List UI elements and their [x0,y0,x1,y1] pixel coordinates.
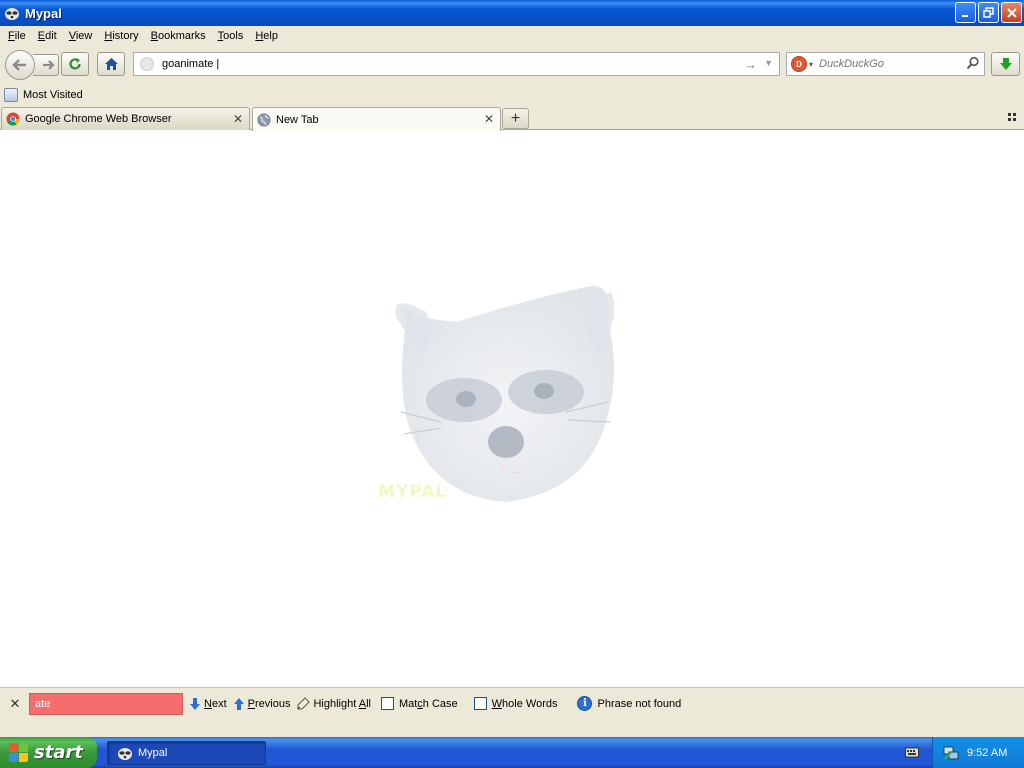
match-case-checkbox[interactable]: Match Case [380,697,458,710]
menu-file[interactable]: File [2,30,32,42]
find-next-label: Next [204,697,227,710]
download-arrow-icon [999,58,1012,70]
tab-google-chrome[interactable]: Google Chrome Web Browser ✕ [1,107,250,130]
clock[interactable]: 9:52 AM [967,747,1007,759]
start-label: start [34,742,83,763]
menu-bookmarks[interactable]: Bookmarks [145,30,212,42]
back-button[interactable] [5,50,35,80]
navigation-toolbar: → ▼ D ▾ [0,46,1024,84]
close-tab-icon[interactable]: ✕ [484,112,494,126]
match-case-label: Match Case [398,697,458,710]
plus-icon: + [510,109,521,127]
search-magnifier-icon[interactable] [966,56,980,70]
find-previous-label: Previous [247,697,291,710]
system-tray: 9:52 AM [932,737,1024,768]
minimize-icon [961,14,968,17]
tab-new-tab[interactable]: New Tab ✕ [252,107,501,131]
taskbar-item-label: Mypal [138,747,168,759]
highlight-all-label: Highlight All [313,697,371,710]
title-bar: Mypal [0,0,1024,26]
search-input[interactable] [819,58,960,70]
keyboard-language-icon[interactable] [905,746,919,758]
find-status: i Phrase not found [577,696,681,711]
close-icon [1006,7,1017,18]
minimize-button[interactable] [955,2,976,23]
url-bar[interactable]: → ▼ [133,52,780,76]
url-input[interactable] [162,58,732,70]
menu-history[interactable]: History [98,30,144,42]
taskbar-item-mypal[interactable]: Mypal [107,741,266,765]
close-tab-icon[interactable]: ✕ [233,112,243,126]
home-icon [104,58,118,70]
tab-label: New Tab [276,113,319,126]
network-icon[interactable] [943,745,959,761]
highlighter-icon [297,696,311,709]
reload-button[interactable] [61,52,89,76]
site-identity-icon[interactable] [140,57,154,71]
info-icon: i [577,696,593,711]
back-arrow-icon [12,59,26,71]
history-dropdown-icon[interactable]: ▼ [764,58,773,68]
checkbox-box[interactable] [473,697,487,710]
reload-icon [69,58,81,70]
status-strip [0,719,1024,737]
find-bar: ✕ ate Next Previous Highlight All Match … [0,687,1024,719]
find-query-text: ate [35,697,51,710]
mypal-raccoon-icon [118,748,132,760]
chrome-logo-icon [6,112,20,126]
menu-tools[interactable]: Tools [212,30,250,42]
taskbar: start Mypal 9:52 AM [0,737,1024,768]
window-title: Mypal [25,5,62,21]
menu-view[interactable]: View [63,30,99,42]
page-content: MYPAL [0,130,1024,687]
arrow-up-icon [233,697,244,710]
arrow-down-icon [190,697,200,710]
find-previous-button[interactable]: Previous [233,697,291,711]
list-all-tabs-button[interactable] [1008,113,1018,123]
restore-icon [983,7,994,18]
forward-arrow-icon [42,60,55,70]
menu-edit[interactable]: Edit [32,30,63,42]
close-window-button[interactable] [1001,2,1022,23]
duckduckgo-icon[interactable]: D [791,56,807,72]
menu-bar: File Edit View History Bookmarks Tools Help [0,26,1024,46]
search-engine-dropdown-icon[interactable]: ▾ [809,60,813,69]
close-findbar-icon[interactable]: ✕ [4,696,26,712]
most-visited-bookmark[interactable]: Most Visited [23,89,83,101]
forward-button[interactable] [33,54,59,76]
go-arrow-icon[interactable]: → [744,57,757,72]
tab-label: Google Chrome Web Browser [25,113,172,125]
highlight-all-button[interactable]: Highlight All [296,696,371,711]
find-status-text: Phrase not found [597,697,682,710]
menu-help[interactable]: Help [249,30,284,42]
bookmarks-toolbar: Most Visited [0,84,1024,105]
find-next-button[interactable]: Next [189,697,227,711]
start-button[interactable]: start [0,737,97,768]
whole-words-label: Whole Words [491,697,558,710]
tab-strip: Google Chrome Web Browser ✕ New Tab ✕ + [0,105,1024,131]
new-tab-button[interactable]: + [502,108,529,129]
mypal-raccoon-icon [5,8,19,20]
search-bar[interactable]: D ▾ [786,52,985,76]
whole-words-checkbox[interactable]: Whole Words [473,697,558,710]
globe-icon [257,113,271,126]
window-controls [955,2,1022,23]
mypal-watermark: MYPAL [378,482,448,502]
raccoon-mascot-image [395,286,615,502]
downloads-button[interactable] [991,52,1020,76]
checkbox-box[interactable] [380,697,394,710]
back-forward-group [5,50,60,80]
most-visited-icon[interactable] [4,87,18,102]
find-input[interactable]: ate [29,692,183,715]
home-button[interactable] [97,52,125,76]
windows-flag-icon [9,742,29,763]
restore-button[interactable] [978,2,999,23]
